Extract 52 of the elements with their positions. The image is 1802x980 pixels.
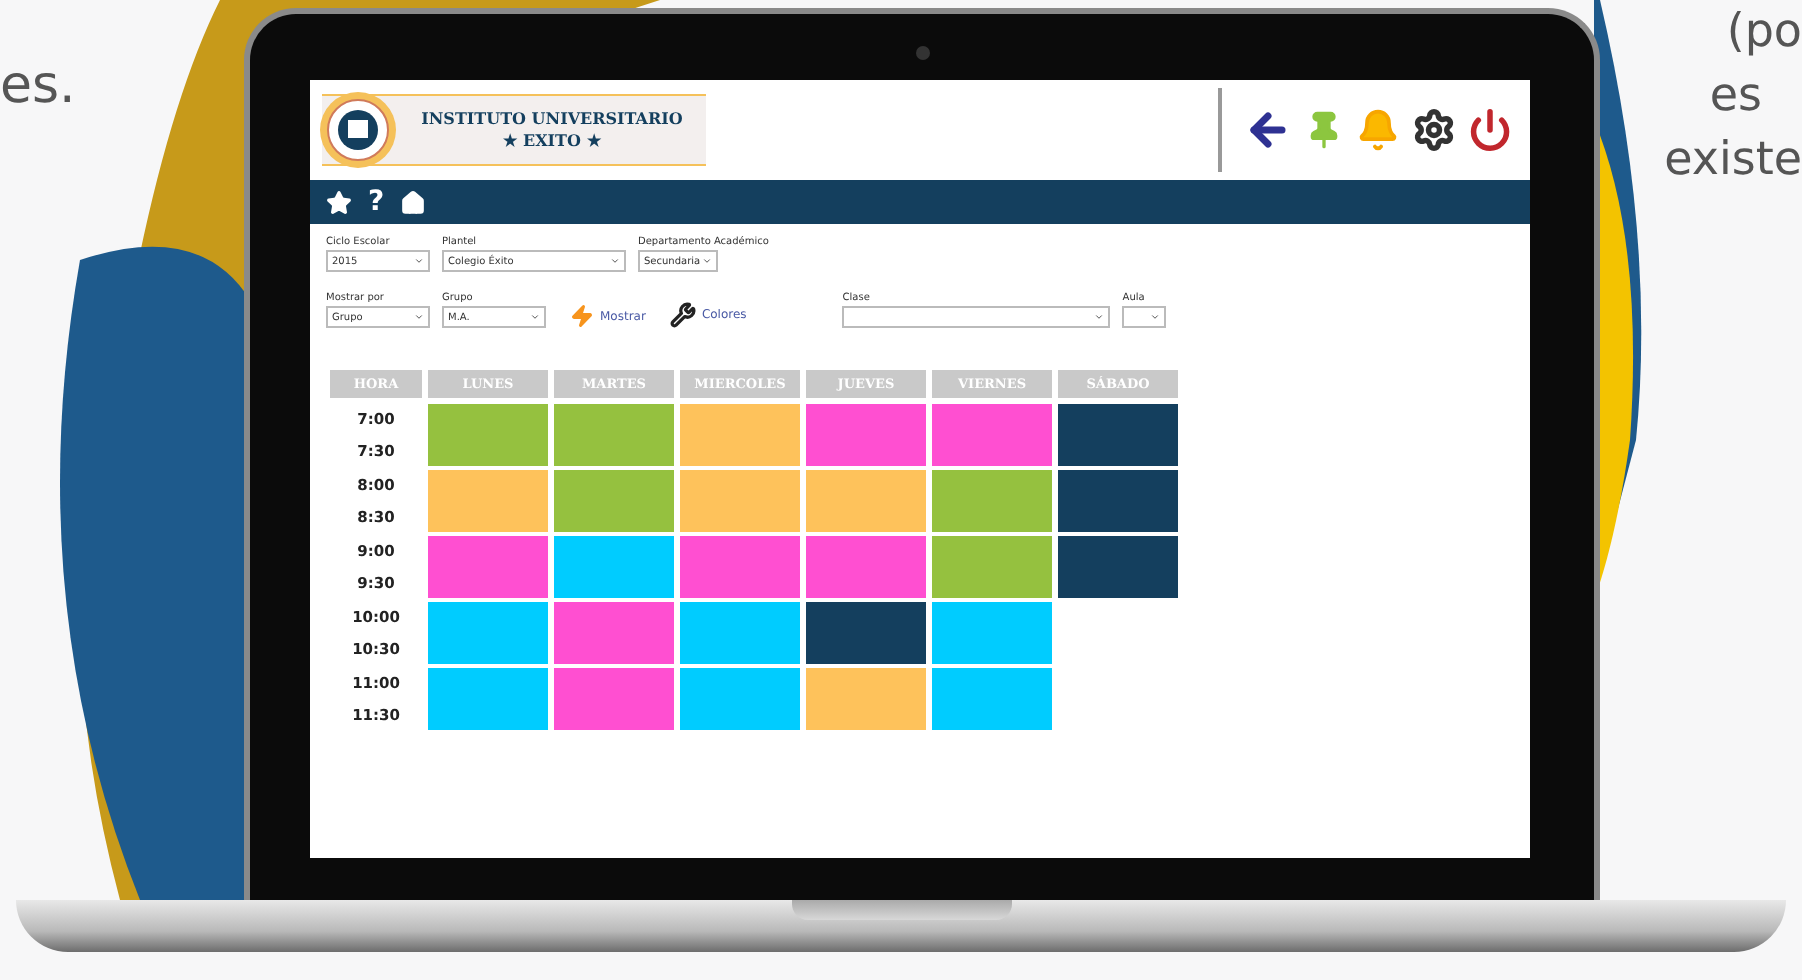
- class-block[interactable]: [1058, 404, 1178, 466]
- caret-icon: [414, 256, 424, 266]
- class-block[interactable]: [806, 668, 926, 730]
- class-block[interactable]: [554, 668, 674, 730]
- class-block[interactable]: [680, 470, 800, 532]
- class-block[interactable]: [932, 470, 1052, 532]
- help-link[interactable]: ?: [368, 186, 385, 218]
- class-block[interactable]: [1058, 536, 1178, 598]
- lightning-icon: [570, 304, 594, 328]
- class-block[interactable]: [428, 470, 548, 532]
- class-block[interactable]: [428, 404, 548, 466]
- home-icon[interactable]: [400, 189, 427, 215]
- power-icon[interactable]: [1468, 108, 1512, 152]
- side-text: es: [1709, 68, 1762, 126]
- wrench-icon: [669, 302, 696, 328]
- class-block[interactable]: [428, 602, 548, 664]
- class-block[interactable]: [1058, 470, 1178, 532]
- caret-icon: [610, 256, 620, 266]
- class-block[interactable]: [554, 602, 674, 664]
- class-block[interactable]: [680, 404, 800, 466]
- side-text: (po: [1726, 4, 1802, 62]
- dropdown-field[interactable]: [1122, 306, 1167, 328]
- camera-dot: [916, 46, 930, 60]
- class-block[interactable]: [428, 668, 548, 730]
- star-icon[interactable]: [326, 189, 352, 215]
- class-block[interactable]: [806, 602, 926, 664]
- caret-icon: [1150, 312, 1161, 322]
- caret-icon: [702, 256, 712, 266]
- class-block[interactable]: [554, 404, 674, 466]
- class-block[interactable]: [428, 536, 548, 598]
- class-block[interactable]: [806, 404, 926, 466]
- caret-icon: [530, 312, 540, 322]
- class-block[interactable]: [932, 404, 1052, 466]
- class-block[interactable]: [680, 668, 800, 730]
- class-block[interactable]: [554, 536, 674, 598]
- class-block[interactable]: [806, 470, 926, 532]
- side-text: existe: [1664, 132, 1802, 190]
- dropdown-field[interactable]: [842, 306, 1111, 328]
- class-block[interactable]: [932, 602, 1052, 664]
- logo-title: INSTITUTO UNIVERSITARIO: [421, 108, 683, 130]
- class-block[interactable]: [806, 536, 926, 598]
- logo-subtitle: ★ EXITO ★: [503, 130, 601, 152]
- class-block[interactable]: [932, 668, 1052, 730]
- caret-icon: [414, 312, 424, 322]
- side-text: es.: [0, 56, 76, 116]
- class-block[interactable]: [680, 602, 800, 664]
- caret-icon: [1094, 312, 1105, 322]
- settings-icon[interactable]: [1412, 108, 1456, 152]
- class-block[interactable]: [932, 536, 1052, 598]
- class-block[interactable]: [554, 470, 674, 532]
- bell-icon[interactable]: [1356, 108, 1400, 152]
- class-block[interactable]: [680, 536, 800, 598]
